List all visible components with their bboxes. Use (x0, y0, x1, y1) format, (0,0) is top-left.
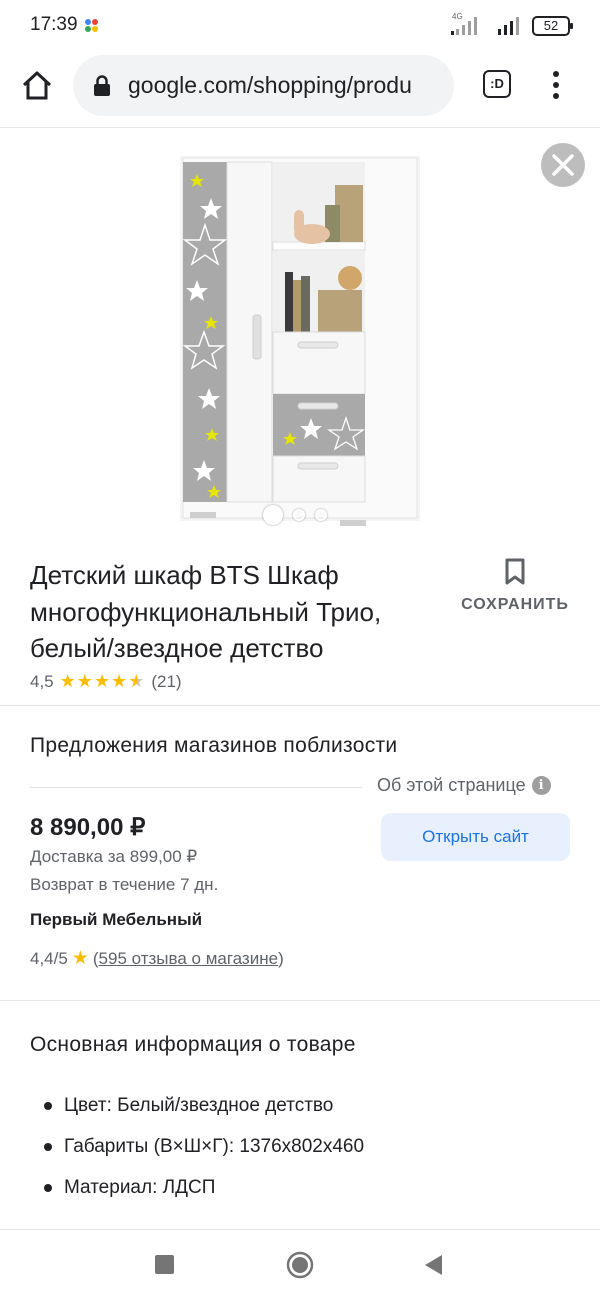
bookmark-icon (505, 558, 525, 585)
divider (0, 1000, 600, 1001)
divider (30, 787, 362, 788)
spec-text: Цвет: Белый/звездное детство (64, 1094, 334, 1116)
bullet-icon (44, 1101, 52, 1110)
spec-item: Материал: ЛДСП (30, 1167, 364, 1208)
close-icon (552, 154, 574, 176)
divider (0, 705, 600, 706)
rating-value: 4,5 (30, 671, 54, 691)
save-button[interactable]: СОХРАНИТЬ (455, 558, 575, 614)
delivery-info: Доставка за 899,00 ₽ (30, 847, 198, 866)
network-type: 4G (452, 12, 463, 21)
offers-heading: Предложения магазинов поблизости (30, 734, 398, 757)
offer-price: 8 890,00 ₽ (30, 814, 146, 841)
url-text: google.com/shopping/produ (128, 72, 412, 98)
signal-icon-2 (498, 17, 519, 35)
address-bar[interactable]: google.com/shopping/produ (73, 55, 454, 116)
pagination-dot[interactable] (293, 509, 305, 521)
more-menu-icon[interactable] (548, 70, 564, 100)
info-icon: i (531, 776, 551, 795)
product-rating[interactable]: 4,5 ★★★★★ (21) (30, 671, 182, 692)
bullet-icon (44, 1183, 52, 1192)
about-page-link[interactable]: Об этой странице i (377, 775, 551, 796)
spec-item: Цвет: Белый/звездное детство (30, 1085, 364, 1126)
back-icon[interactable] (424, 1254, 444, 1276)
product-title: Детский шкаф BTS Шкаф многофункциональны… (30, 560, 382, 663)
store-rating: 4,4/5 ★ (595 отзыва о магазине) (30, 948, 284, 969)
status-time: 17:39 (30, 14, 78, 35)
battery-icon: 52 (532, 16, 573, 36)
star-rating-icon: ★★★★★ (59, 671, 146, 691)
about-page-label: Об этой странице (377, 775, 526, 795)
recents-icon[interactable] (155, 1255, 174, 1274)
save-label: СОХРАНИТЬ (461, 596, 569, 613)
spec-text: Материал: ЛДСП (64, 1176, 216, 1198)
return-info: Возврат в течение 7 дн. (30, 875, 219, 894)
open-site-button[interactable]: Открыть сайт (381, 813, 570, 861)
store-rating-value: 4,4/5 (30, 948, 68, 968)
system-nav-bar (0, 1229, 600, 1299)
bullet-icon (44, 1142, 52, 1151)
notification-icon (85, 19, 98, 32)
star-icon: ★ (71, 948, 89, 969)
home-circle-icon[interactable] (286, 1251, 314, 1279)
product-image (180, 156, 420, 526)
product-image-gallery[interactable] (0, 130, 600, 530)
image-pagination (263, 505, 327, 525)
status-icons: 4G 52 (450, 12, 573, 38)
store-name[interactable]: Первый Мебельный (30, 910, 202, 930)
spec-item: Габариты (В×Ш×Г): 1376x802x460 (30, 1126, 364, 1167)
close-button[interactable] (541, 143, 585, 187)
info-heading: Основная информация о товаре (30, 1033, 356, 1056)
signal-icon: 4G (450, 12, 488, 37)
spec-text: Габариты (В×Ш×Г): 1376x802x460 (64, 1135, 365, 1157)
home-icon[interactable] (20, 69, 54, 103)
browser-toolbar: google.com/shopping/produ :D (0, 52, 600, 128)
pagination-dot[interactable] (315, 509, 327, 521)
pagination-dot[interactable] (263, 505, 283, 525)
tab-switcher-button[interactable]: :D (483, 70, 511, 98)
store-reviews-link[interactable]: 595 отзыва о магазине (99, 949, 279, 968)
lock-icon (94, 75, 110, 96)
review-count: (21) (151, 671, 182, 691)
spec-list: Цвет: Белый/звездное детство Габариты (В… (30, 1085, 364, 1208)
status-bar: 17:39 4G 52 (0, 0, 600, 52)
